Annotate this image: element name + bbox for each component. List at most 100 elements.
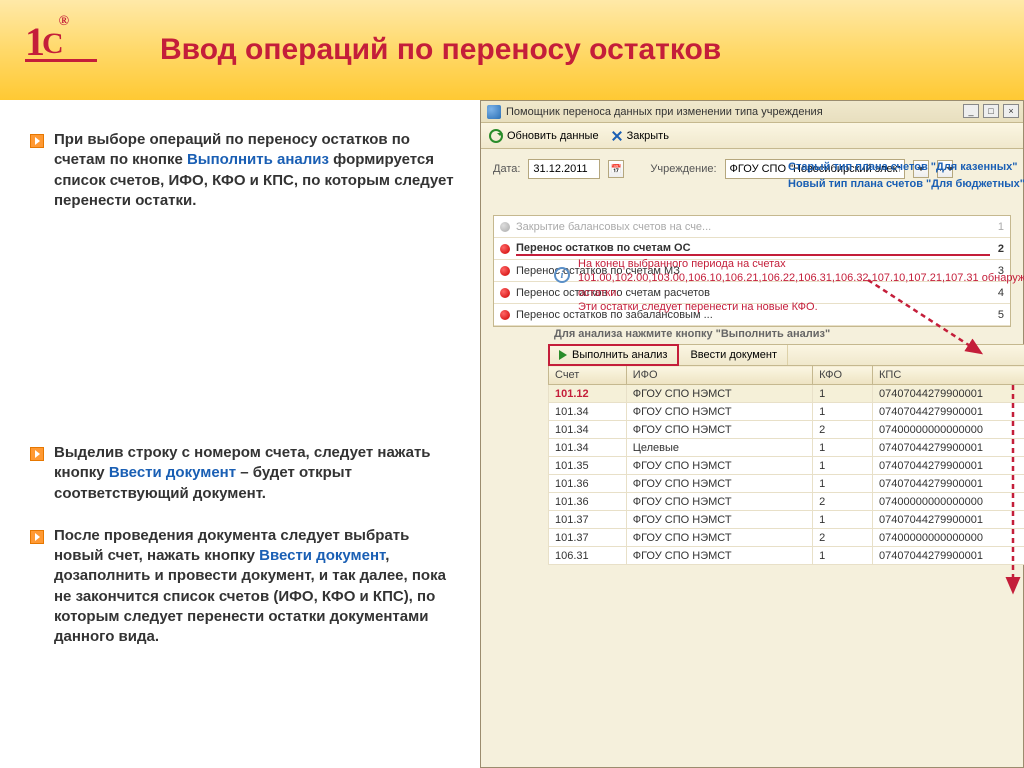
table-cell: 07407044279900001 [873,385,1024,403]
minimize-button[interactable]: _ [963,104,979,118]
logo-1c: 1C® [25,18,97,62]
info-line1: На конец выбранного периода на счетах [578,257,1024,271]
status-dot-icon [500,288,510,298]
table-cell: 2 [813,529,873,547]
table-cell: 07407044279900001 [873,475,1024,493]
status-dot-icon [500,244,510,254]
table-header[interactable]: КФО [813,366,873,385]
table-row[interactable]: 101.34Целевые107407044279900001 [549,439,1024,457]
table-cell: ФГОУ СПО НЭМСТ [626,403,812,421]
table-row[interactable]: 101.35ФГОУ СПО НЭМСТ107407044279900001 [549,457,1024,475]
table-cell: 101.37 [549,511,627,529]
status-dot-icon [500,310,510,320]
table-cell: 101.34 [549,403,627,421]
close-icon [611,130,623,142]
table-row[interactable]: 101.37ФГОУ СПО НЭМСТ107407044279900001 [549,511,1024,529]
table-row[interactable]: 101.36ФГОУ СПО НЭМСТ107407044279900001 [549,475,1024,493]
play-icon [559,350,567,360]
org-label: Учреждение: [650,163,716,175]
table-header[interactable]: ИФО [626,366,812,385]
toolbar: Обновить данные Закрыть [481,123,1023,149]
refresh-icon [489,129,503,143]
table-cell: 1 [813,547,873,565]
para1-blue: Выполнить анализ [187,151,329,168]
table-cell: ФГОУ СПО НЭМСТ [626,547,812,565]
accounts-table[interactable]: СчетИФОКФОКПС 101.12ФГОУ СПО НЭМСТ107407… [548,365,1024,565]
table-cell: 07400000000000000 [873,421,1024,439]
table-cell: 07407044279900001 [873,511,1024,529]
table-row[interactable]: 101.34ФГОУ СПО НЭМСТ107407044279900001 [549,403,1024,421]
para3-blue: Ввести документ [259,547,385,564]
explanation-panel: При выборе операций по переносу остатков… [0,100,480,768]
table-cell: 1 [813,457,873,475]
info-line3: Эти остатки следует перенести на новые К… [578,300,1024,314]
status-dot-icon [500,266,510,276]
page-title: Ввод операций по переносу остатков [160,32,721,68]
table-cell: 2 [813,493,873,511]
table-cell: 101.36 [549,493,627,511]
calendar-icon[interactable]: 📅 [608,160,624,178]
status-dot-icon [500,222,510,232]
table-row[interactable]: 106.31ФГОУ СПО НЭМСТ107407044279900001 [549,547,1024,565]
table-cell: Целевые [626,439,812,457]
table-cell: 101.34 [549,421,627,439]
table-row[interactable]: 101.36ФГОУ СПО НЭМСТ207400000000000000 [549,493,1024,511]
para2-blue: Ввести документ [109,464,236,481]
close-label: Закрыть [627,130,669,142]
enter-document-label: Ввести документ [690,349,777,361]
maximize-button[interactable]: □ [983,104,999,118]
window-title: Помощник переноса данных при изменении т… [506,106,823,118]
table-cell: ФГОУ СПО НЭМСТ [626,475,812,493]
table-row[interactable]: 101.37ФГОУ СПО НЭМСТ207400000000000000 [549,529,1024,547]
table-cell: ФГОУ СПО НЭМСТ [626,385,812,403]
table-row[interactable]: 101.34ФГОУ СПО НЭМСТ207400000000000000 [549,421,1024,439]
table-cell: ФГОУ СПО НЭМСТ [626,493,812,511]
table-cell: 07400000000000000 [873,529,1024,547]
table-cell: 1 [813,403,873,421]
bullet-icon [30,530,44,544]
run-analysis-label: Выполнить анализ [572,349,667,361]
info-message: i На конец выбранного периода на счетах … [548,251,1024,320]
table-cell: 101.37 [549,529,627,547]
table-cell: ФГОУ СПО НЭМСТ [626,511,812,529]
table-cell: 101.35 [549,457,627,475]
run-analysis-button[interactable]: Выполнить анализ [549,345,678,365]
window-titlebar: Помощник переноса данных при изменении т… [481,101,1023,123]
table-cell: ФГОУ СПО НЭМСТ [626,457,812,475]
table-cell: 07407044279900001 [873,403,1024,421]
operation-label: Закрытие балансовых счетов на сче... [516,221,990,233]
table-row[interactable]: 101.12ФГОУ СПО НЭМСТ107407044279900001 [549,385,1024,403]
analysis-hint: Для анализа нажмите кнопку "Выполнить ан… [554,328,1024,340]
bullet-icon [30,134,44,148]
table-cell: ФГОУ СПО НЭМСТ [626,529,812,547]
table-cell: 101.12 [549,385,627,403]
info-line2: 101.00,102.00,103.00,106.10,106.21,106.2… [578,271,1024,300]
close-button[interactable]: × [1003,104,1019,118]
plan-new: Новый тип плана счетов "Для бюджетных" [788,176,1024,193]
plan-type-info: Старый тип плана счетов "Для казенных" Н… [788,159,1024,192]
table-cell: 1 [813,475,873,493]
refresh-label: Обновить данные [507,130,599,142]
table-header[interactable]: Счет [549,366,627,385]
table-cell: 1 [813,439,873,457]
table-cell: 07400000000000000 [873,493,1024,511]
table-cell: 1 [813,511,873,529]
app-window: Помощник переноса данных при изменении т… [480,100,1024,768]
slide-header: 1C® Ввод операций по переносу остатков [0,0,1024,100]
action-button-row: Выполнить анализ Ввести документ [548,344,1024,365]
operation-row[interactable]: Закрытие балансовых счетов на сче...1 [494,216,1010,238]
enter-document-button[interactable]: Ввести документ [680,345,788,365]
table-cell: 1 [813,385,873,403]
table-cell: 101.36 [549,475,627,493]
app-icon [487,105,501,119]
date-input[interactable] [528,159,600,179]
refresh-button[interactable]: Обновить данные [489,129,599,143]
bullet-icon [30,447,44,461]
table-cell: 2 [813,421,873,439]
table-header[interactable]: КПС [873,366,1024,385]
table-cell: 07407044279900001 [873,457,1024,475]
table-cell: 106.31 [549,547,627,565]
table-cell: ФГОУ СПО НЭМСТ [626,421,812,439]
operation-number: 1 [990,221,1004,233]
close-toolbar-button[interactable]: Закрыть [611,130,669,142]
